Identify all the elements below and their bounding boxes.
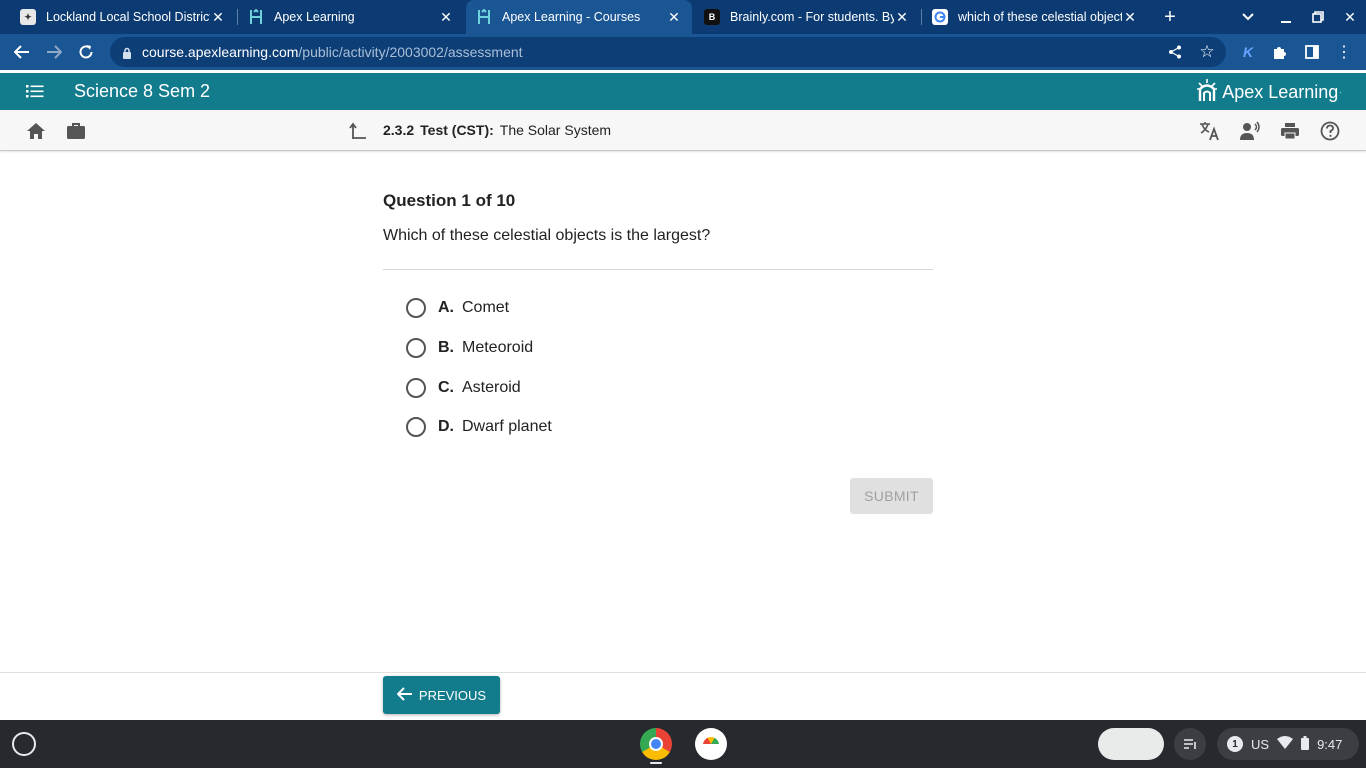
choice-text: Dwarf planet [462, 418, 552, 435]
submit-button[interactable]: SUBMIT [850, 478, 933, 514]
reload-icon[interactable] [72, 38, 100, 66]
home-icon[interactable] [25, 120, 47, 142]
previous-label: PREVIOUS [418, 687, 487, 703]
minimize-window-icon[interactable] [1270, 0, 1302, 34]
answer-choice-d[interactable]: D. Dwarf planet [406, 415, 552, 439]
close-tab-icon[interactable]: ✕ [666, 9, 682, 25]
browser-menu-icon[interactable]: ⋮ [1330, 38, 1358, 66]
notification-count-badge: 1 [1227, 736, 1243, 752]
arrow-left-icon [396, 686, 413, 704]
status-tray[interactable]: 1 US 9:47 [1217, 728, 1359, 760]
extensions-puzzle-icon[interactable] [1266, 38, 1294, 66]
lock-icon [122, 46, 132, 59]
previous-button[interactable]: PREVIOUS [383, 676, 500, 714]
print-icon[interactable] [1279, 120, 1301, 142]
up-level-arrow-icon[interactable] [347, 120, 369, 142]
url-path: /public/activity/2003002/assessment [298, 44, 523, 60]
tab-title: Apex Learning - Courses [502, 10, 641, 24]
question-counter: Question 1 of 10 [383, 191, 516, 210]
tab-title: Brainly.com - For students. By [730, 10, 894, 24]
choice-letter: C. [438, 379, 454, 396]
answer-choice-c[interactable]: C. Asteroid [406, 376, 521, 400]
apex-logo-text: Apex Learning [1222, 81, 1339, 102]
apex-logo: Apex Learning · [1196, 78, 1342, 106]
tab-apex-learning[interactable]: Apex Learning ✕ [238, 0, 464, 34]
radio-button[interactable] [406, 378, 426, 398]
question-divider [383, 269, 933, 270]
os-shelf: 1 US 9:47 [0, 720, 1366, 768]
question-text: Which of these celestial objects is the … [383, 227, 711, 244]
close-window-icon[interactable]: ✕ [1334, 0, 1366, 34]
radio-button[interactable] [406, 417, 426, 437]
input-method-label: US [1251, 736, 1270, 752]
bookmark-star-icon[interactable]: ☆ [1196, 41, 1218, 63]
choice-text: Asteroid [462, 379, 521, 396]
new-tab-icon[interactable]: + [1154, 0, 1186, 34]
answer-choice-a[interactable]: A. Comet [406, 296, 509, 320]
clipboard-tote-icon[interactable] [1174, 728, 1206, 760]
restore-window-icon[interactable] [1302, 0, 1334, 34]
radio-button[interactable] [406, 298, 426, 318]
close-tab-icon[interactable]: ✕ [894, 9, 910, 25]
radio-button[interactable] [406, 338, 426, 358]
browser-tab-strip: ✦ Lockland Local School District ✕ Apex … [0, 0, 1366, 34]
choice-letter: B. [438, 339, 454, 356]
apex-favicon-icon [248, 9, 264, 25]
activity-bar: 2.3.2 Test (CST): The Solar System [0, 110, 1366, 151]
choice-text: Meteoroid [462, 339, 534, 356]
browser-toolbar: course.apexlearning.com/public/activity/… [0, 34, 1366, 70]
course-menu-icon[interactable] [24, 81, 46, 101]
course-title: Science 8 Sem 2 [74, 81, 211, 101]
brainly-favicon-icon: B [704, 9, 720, 25]
read-aloud-icon[interactable] [1239, 120, 1261, 142]
wifi-icon [1277, 736, 1294, 752]
chrome-app-icon[interactable] [640, 728, 672, 760]
translate-icon[interactable] [1199, 120, 1221, 142]
share-icon[interactable] [1164, 41, 1186, 63]
briefcase-icon[interactable] [65, 120, 87, 142]
back-arrow-icon[interactable] [8, 38, 36, 66]
activity-number: 2.3.2 [383, 122, 415, 138]
close-tab-icon[interactable]: ✕ [438, 9, 454, 25]
extension-k-icon[interactable]: K [1234, 38, 1262, 66]
launcher-icon[interactable] [12, 732, 36, 756]
tote-thumbnails[interactable] [1098, 728, 1164, 760]
activity-kind: Test (CST): [420, 122, 494, 138]
tab-brainly[interactable]: B Brainly.com - For students. By ✕ [694, 0, 920, 34]
activity-name: The Solar System [499, 122, 612, 138]
tab-apex-courses[interactable]: Apex Learning - Courses ✕ [466, 0, 692, 34]
url-host: course.apexlearning.com [142, 44, 299, 60]
drive-app-icon[interactable] [695, 728, 727, 760]
apex-sun-logo-icon [1196, 77, 1218, 108]
tab-search-chevron-icon[interactable] [1232, 0, 1264, 34]
close-tab-icon[interactable]: ✕ [1122, 9, 1138, 25]
tab-google-search[interactable]: which of these celestial object ✕ [922, 0, 1148, 34]
help-icon[interactable] [1319, 120, 1341, 142]
side-panel-icon[interactable] [1298, 38, 1326, 66]
clock-time: 9:47 [1317, 736, 1343, 752]
course-header: Science 8 Sem 2 Apex Learning · [0, 73, 1366, 110]
app-running-indicator [650, 762, 662, 764]
answer-choice-b[interactable]: B. Meteoroid [406, 336, 533, 360]
google-favicon-icon [932, 9, 948, 25]
choice-letter: D. [438, 418, 454, 435]
choice-letter: A. [438, 299, 454, 316]
bottom-nav-bar [0, 672, 1366, 720]
tab-lockland[interactable]: ✦ Lockland Local School District ✕ [10, 0, 236, 34]
activity-title: 2.3.2 Test (CST): The Solar System [383, 122, 611, 138]
address-bar[interactable]: course.apexlearning.com/public/activity/… [110, 37, 1226, 67]
choice-text: Comet [462, 299, 510, 316]
close-tab-icon[interactable]: ✕ [210, 9, 226, 25]
tab-title: Lockland Local School District [46, 10, 210, 24]
school-favicon-icon: ✦ [20, 9, 36, 25]
tab-title: which of these celestial object [958, 10, 1122, 24]
battery-icon [1301, 735, 1310, 753]
tab-title: Apex Learning [274, 10, 355, 24]
apex-favicon-icon [476, 9, 492, 25]
forward-arrow-icon[interactable] [40, 38, 68, 66]
